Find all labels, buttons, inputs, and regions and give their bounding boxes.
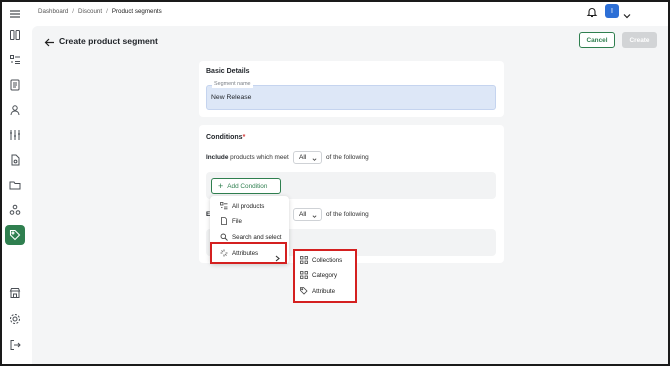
menu-item-label: Search and select [232, 233, 282, 241]
store-icon[interactable] [5, 283, 25, 303]
list-icon[interactable] [5, 50, 25, 70]
page-title: Create product segment [59, 36, 158, 46]
include-match-select[interactable]: All [293, 151, 322, 164]
avatar[interactable]: I [605, 4, 619, 18]
conditions-title: Conditions* [206, 134, 245, 141]
plus-icon: + [218, 181, 224, 191]
add-condition-button[interactable]: + Add Condition [211, 178, 281, 194]
conditions-title-text: Conditions [206, 134, 243, 141]
breadcrumb: Dashboard / Discount / Product segments [38, 8, 162, 15]
submenu-highlight-box [293, 249, 357, 303]
user-icon[interactable] [5, 100, 25, 120]
menu-icon[interactable] [5, 4, 25, 24]
menu-item-label: All products [232, 202, 265, 210]
include-row-text: Include products which meet [206, 154, 289, 161]
settings-icon[interactable] [5, 309, 25, 329]
chevron-down-icon [312, 155, 317, 161]
add-condition-label: Add Condition [227, 182, 268, 190]
bell-icon[interactable] [586, 5, 598, 18]
segment-name-label: Segment name [212, 81, 253, 88]
file-icon [221, 217, 227, 225]
chevron-down-icon[interactable] [623, 7, 631, 19]
breadcrumb-current: Product segments [111, 8, 162, 15]
dashboard-icon[interactable] [5, 25, 25, 45]
menu-item-label: File [232, 217, 242, 225]
menu-item-file[interactable]: File [220, 215, 288, 227]
basic-details-title: Basic Details [206, 68, 250, 75]
menu-item-all-products[interactable]: All products [220, 200, 288, 212]
exclude-match-value: All [299, 211, 307, 218]
cancel-button[interactable]: Cancel [579, 32, 615, 48]
segment-name-value[interactable]: New Release [211, 94, 251, 101]
exclude-match-select[interactable]: All [293, 208, 322, 221]
logout-icon[interactable] [5, 335, 25, 355]
list-icon [220, 202, 228, 210]
network-icon[interactable] [5, 200, 25, 220]
include-match-value: All [299, 154, 307, 161]
breadcrumb-discount[interactable]: Discount [78, 8, 102, 15]
back-arrow-icon[interactable] [44, 35, 55, 47]
required-mark: * [242, 134, 246, 141]
search-icon [220, 233, 228, 241]
folder-icon[interactable] [5, 175, 25, 195]
exclude-suffix: of the following [326, 211, 369, 218]
tag-icon[interactable] [5, 225, 25, 245]
breadcrumb-dashboard[interactable]: Dashboard [38, 8, 68, 15]
sliders-icon[interactable] [5, 125, 25, 145]
create-button[interactable]: Create [622, 32, 657, 48]
document-icon[interactable] [5, 75, 25, 95]
file-icon[interactable] [5, 150, 25, 170]
chevron-down-icon [312, 212, 317, 218]
attributes-highlight-box [210, 242, 287, 264]
include-text: products which meet [230, 154, 289, 161]
include-suffix: of the following [326, 154, 369, 161]
include-label: Include [206, 154, 229, 161]
